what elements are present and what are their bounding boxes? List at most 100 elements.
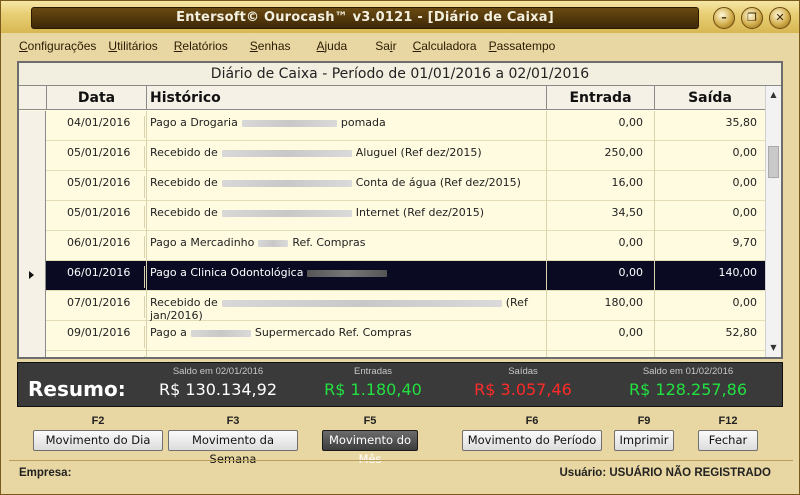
cell-history[interactable]: Recebido de (Ref jan/2016) — [147, 296, 545, 322]
scroll-up-icon[interactable]: ▲ — [766, 88, 781, 102]
cell-history[interactable]: Pago a Mercadinho Ref. Compras — [147, 236, 545, 249]
cell-history[interactable]: Pagamento a — [147, 356, 545, 357]
cell-out[interactable]: 140,00 — [655, 266, 761, 279]
history-text-suffix: Supermercado Ref. Compras — [254, 326, 412, 339]
cell-in[interactable]: 0,00 — [547, 326, 649, 339]
close-icon[interactable]: ✕ — [769, 7, 791, 29]
minimize-icon[interactable]: – — [713, 7, 735, 29]
row-selector[interactable] — [19, 171, 46, 201]
table-row[interactable]: 05/01/2016 Recebido de Internet (Ref dez/2… — [19, 201, 765, 231]
cell-out[interactable]: 52,80 — [655, 326, 761, 339]
menu-sair[interactable]: Sair — [369, 37, 402, 55]
cell-in[interactable]: 250,00 — [547, 146, 649, 159]
cell-in[interactable]: 16,00 — [547, 176, 649, 189]
redacted-name — [221, 179, 352, 187]
fkey-button[interactable]: Movimento do Dia — [33, 430, 163, 451]
cell-in[interactable]: 0,00 — [547, 266, 649, 279]
function-keys: F2 Movimento do Dia F3 Movimento da Semana F… — [17, 411, 783, 466]
cell-out[interactable]: 9,70 — [655, 236, 761, 249]
cell-in[interactable]: 34,50 — [547, 206, 649, 219]
cash-diary-grid: Diário de Caixa - Período de 01/01/2016 … — [17, 61, 783, 359]
cell-date[interactable]: 06/01/2016 — [47, 266, 145, 288]
row-selector[interactable] — [19, 201, 46, 231]
row-selector[interactable] — [19, 351, 46, 357]
menu-utilitarios[interactable]: Utilitários — [102, 37, 163, 55]
cell-date[interactable]: 05/01/2016 — [47, 206, 145, 228]
history-text: Recebido de — [150, 146, 218, 159]
history-text: Recebido de — [150, 176, 218, 189]
title-bar[interactable]: Entersoft© Ourocash™ v3.0121 - [Diário d… — [1, 1, 799, 33]
table-row[interactable]: 07/01/2016 Recebido de (Ref jan/2016) 180,0… — [19, 291, 765, 322]
header-in[interactable]: Entrada — [547, 86, 655, 110]
cell-out[interactable]: 0,00 — [655, 176, 761, 189]
history-text-suffix: pomada — [340, 116, 386, 129]
out-total-value: R$ 3.057,46 — [474, 380, 572, 399]
fkey-button[interactable]: Movimento da Semana — [168, 430, 298, 466]
redacted-name — [258, 239, 289, 247]
header-selector — [19, 86, 47, 110]
scroll-down-icon[interactable]: ▼ — [766, 341, 781, 355]
cell-in[interactable]: 0,00 — [547, 356, 649, 357]
summary-panel: Resumo: Saldo em 02/01/2016 R$ 130.134,9… — [17, 362, 783, 407]
table-row[interactable]: 09/01/2016 Pago a Supermercado Ref. Compra… — [19, 321, 765, 351]
user-label: Usuário: USUÁRIO NÃO REGISTRADO — [559, 467, 772, 479]
opening-balance-caption: Saldo em 02/01/2016 — [172, 366, 264, 377]
table-row[interactable]: 05/01/2016 Recebido de Conta de água (Ref … — [19, 171, 765, 201]
cell-in[interactable]: 180,00 — [547, 296, 649, 309]
row-selector[interactable] — [19, 141, 46, 171]
cell-history[interactable]: Recebido de Aluguel (Ref dez/2015) — [147, 146, 545, 159]
cell-history[interactable]: Pago a Clinica Odontológica — [147, 266, 545, 279]
window-title: Entersoft© Ourocash™ v3.0121 - [Diário d… — [31, 7, 699, 29]
table-row[interactable]: 06/01/2016 Pago a Clinica Odontológica 0,0… — [19, 261, 765, 291]
in-total-value: R$ 1.180,40 — [324, 380, 422, 399]
row-selector[interactable] — [19, 111, 46, 141]
header-out[interactable]: Saída — [655, 86, 765, 110]
cell-out[interactable]: 221,01 — [655, 356, 761, 357]
row-selector[interactable] — [19, 291, 46, 321]
cell-date[interactable]: 07/01/2016 — [47, 296, 145, 318]
scroll-thumb[interactable] — [768, 146, 779, 178]
cell-in[interactable]: 0,00 — [547, 116, 649, 129]
cell-out[interactable]: 0,00 — [655, 206, 761, 219]
row-selector[interactable] — [19, 231, 46, 261]
menu-senhas[interactable]: Senhas — [244, 37, 297, 55]
fkey-button[interactable]: Fechar — [698, 430, 758, 451]
history-text: Pago a Mercadinho — [150, 236, 255, 249]
table-row[interactable]: 04/01/2016 Pago a Drogaria pomada 0,00 35,80 — [19, 111, 765, 141]
table-row[interactable]: 05/01/2016 Recebido de Aluguel (Ref dez/20… — [19, 141, 765, 171]
row-selector[interactable] — [19, 261, 46, 291]
cell-date[interactable]: 05/01/2016 — [47, 176, 145, 198]
cell-out[interactable]: 0,00 — [655, 296, 761, 309]
menu-calculadora[interactable]: Calculadora — [407, 37, 483, 55]
header-date[interactable]: Data — [47, 86, 147, 110]
restore-icon[interactable]: ❐ — [741, 7, 763, 29]
cell-out[interactable]: 0,00 — [655, 146, 761, 159]
out-total-caption: Saídas — [508, 366, 538, 377]
table-row[interactable]: 11/01/2016 Pagamento a 0,00 221,01 — [19, 351, 765, 357]
fkey-label: F9 — [637, 415, 651, 427]
history-text: Pagamento a — [150, 356, 222, 357]
cell-date[interactable]: 11/01/2016 — [47, 356, 145, 357]
cell-date[interactable]: 05/01/2016 — [47, 146, 145, 168]
cell-date[interactable]: 06/01/2016 — [47, 236, 145, 258]
cell-history[interactable]: Pago a Supermercado Ref. Compras — [147, 326, 545, 339]
cell-date[interactable]: 04/01/2016 — [47, 116, 145, 138]
fkey-button[interactable]: Movimento do Mês — [322, 430, 418, 466]
fkey-button[interactable]: Movimento do Período — [462, 430, 602, 451]
menu-relatorios[interactable]: Relatórios — [168, 37, 234, 55]
fkey-button[interactable]: Imprimir — [614, 430, 674, 451]
header-history[interactable]: Histórico — [147, 86, 547, 110]
vertical-scrollbar[interactable]: ▲ ▼ — [765, 86, 781, 357]
cell-out[interactable]: 35,80 — [655, 116, 761, 129]
menu-passatempo[interactable]: Passatempo — [483, 37, 562, 55]
menu-ajuda[interactable]: Ajuda — [311, 37, 354, 55]
menu-configuracoes[interactable]: Configurações — [13, 37, 102, 55]
cell-date[interactable]: 09/01/2016 — [47, 326, 145, 348]
cell-history[interactable]: Recebido de Conta de água (Ref dez/2015) — [147, 176, 545, 189]
cell-history[interactable]: Recebido de Internet (Ref dez/2015) — [147, 206, 545, 219]
table-row[interactable]: 06/01/2016 Pago a Mercadinho Ref. Compras 0… — [19, 231, 765, 261]
cell-history[interactable]: Pago a Drogaria pomada — [147, 116, 545, 129]
cell-in[interactable]: 0,00 — [547, 236, 649, 249]
fkey-label: F3 — [226, 415, 240, 427]
row-selector[interactable] — [19, 321, 46, 351]
